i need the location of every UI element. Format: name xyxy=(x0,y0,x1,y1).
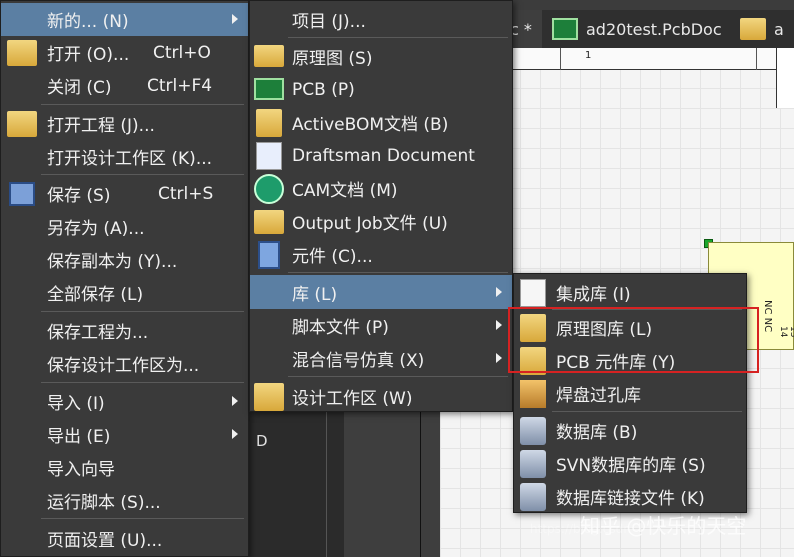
separator xyxy=(288,272,508,273)
separator xyxy=(41,382,244,383)
menu-item-db-link[interactable]: 数据库链接文件 (K) xyxy=(514,480,746,513)
pad-via-lib-icon xyxy=(520,380,546,408)
menu-item-draftsman[interactable]: Draftsman Document xyxy=(250,139,512,172)
menu-item-import[interactable]: 导入 (I) xyxy=(1,385,248,418)
tab-pcbdoc[interactable]: ad20test.PcbDoc xyxy=(548,10,734,48)
menu-item-save-workspace-as[interactable]: 保存设计工作区为... xyxy=(1,347,248,380)
submenu-arrow-icon xyxy=(232,396,238,406)
menu-item-project[interactable]: 项目 (J)... xyxy=(250,3,512,36)
tab-next[interactable]: a xyxy=(736,10,794,48)
menu-item-open[interactable]: 打开 (O)... Ctrl+O xyxy=(1,36,248,69)
menu-item-open-workspace[interactable]: 打开设计工作区 (K)... xyxy=(1,140,248,173)
database-icon xyxy=(520,417,546,445)
file-menu: 新的... (N) 打开 (O)... Ctrl+O 关闭 (C) Ctrl+F… xyxy=(0,0,249,557)
component-icon xyxy=(258,241,280,269)
cam-icon xyxy=(254,174,284,204)
ruler-number: 1 xyxy=(585,50,592,61)
pcb-icon xyxy=(552,18,578,40)
separator xyxy=(41,518,244,519)
menu-item-integrated-lib[interactable]: 集成库 (I) xyxy=(514,276,746,309)
divider xyxy=(326,410,327,557)
menu-item-library[interactable]: 库 (L) xyxy=(250,275,512,309)
output-job-icon xyxy=(254,210,284,234)
menu-item-pcb[interactable]: PCB (P) xyxy=(250,73,512,106)
menu-item-save-copy-as[interactable]: 保存副本为 (Y)... xyxy=(1,243,248,276)
menu-item-svn-db[interactable]: SVN数据库的库 (S) xyxy=(514,447,746,480)
submenu-arrow-icon xyxy=(232,429,238,439)
menu-item-component[interactable]: 元件 (C)... xyxy=(250,238,512,271)
open-folder-icon xyxy=(7,40,37,66)
pin-labels: NC NC 13 14 xyxy=(762,300,794,338)
panel-area-2 xyxy=(344,410,440,557)
menu-item-pad-via-lib[interactable]: 焊盘过孔库 xyxy=(514,377,746,410)
menu-item-database[interactable]: 数据库 (B) xyxy=(514,414,746,447)
separator xyxy=(288,37,508,38)
submenu-arrow-icon xyxy=(496,287,502,297)
submenu-arrow-icon xyxy=(232,14,238,24)
menu-item-import-wizard[interactable]: 导入向导 xyxy=(1,451,248,484)
schematic-icon xyxy=(254,45,284,67)
separator xyxy=(41,174,244,175)
submenu-arrow-icon xyxy=(496,353,502,363)
separator xyxy=(552,411,742,412)
submenu-arrow-icon xyxy=(496,320,502,330)
menu-item-script-file[interactable]: 脚本文件 (P) xyxy=(250,309,512,342)
menu-item-save-as[interactable]: 另存为 (A)... xyxy=(1,210,248,243)
menu-item-export[interactable]: 导出 (E) xyxy=(1,418,248,451)
menu-item-page-setup[interactable]: 页面设置 (U)... xyxy=(1,522,248,555)
db-link-icon xyxy=(520,483,546,511)
save-icon xyxy=(9,182,35,206)
menu-item-new[interactable]: 新的... (N) xyxy=(1,3,248,36)
separator xyxy=(41,104,244,105)
bom-icon xyxy=(256,109,282,137)
open-project-icon xyxy=(7,111,37,137)
menu-item-save[interactable]: 保存 (S) Ctrl+S xyxy=(1,177,248,210)
sheet-edge xyxy=(776,48,794,108)
draftsman-icon xyxy=(256,142,282,170)
workspace-icon xyxy=(254,383,284,411)
integrated-lib-icon xyxy=(520,279,546,307)
menu-item-close[interactable]: 关闭 (C) Ctrl+F4 xyxy=(1,69,248,102)
menu-item-run-script[interactable]: 运行脚本 (S)... xyxy=(1,484,248,517)
menu-item-open-project[interactable]: 打开工程 (J)... xyxy=(1,107,248,140)
document-tab-bar: c * ad20test.PcbDoc a xyxy=(500,10,794,48)
new-submenu: 项目 (J)... 原理图 (S) PCB (P) ActiveBOM文档 (B… xyxy=(249,0,513,412)
panel-letter: D xyxy=(256,432,268,450)
menu-item-save-all[interactable]: 全部保存 (L) xyxy=(1,276,248,309)
separator xyxy=(288,376,508,377)
menu-item-mixed-sim[interactable]: 混合信号仿真 (X) xyxy=(250,342,512,375)
menu-item-activebom[interactable]: ActiveBOM文档 (B) xyxy=(250,106,512,139)
menu-item-design-workspace[interactable]: 设计工作区 (W) xyxy=(250,380,512,413)
watermark: 知乎 @快乐的天空 xyxy=(580,514,747,538)
highlight-annotation-box xyxy=(508,307,759,373)
divider xyxy=(420,410,421,557)
pcb-icon xyxy=(254,78,284,100)
menu-item-output-job[interactable]: Output Job文件 (U) xyxy=(250,205,512,238)
menu-item-schematic[interactable]: 原理图 (S) xyxy=(250,40,512,73)
separator xyxy=(41,311,244,312)
menu-item-save-project-as[interactable]: 保存工程为... xyxy=(1,314,248,347)
svn-db-icon xyxy=(520,450,546,478)
library-icon xyxy=(740,18,766,40)
menu-item-cam[interactable]: CAM文档 (M) xyxy=(250,172,512,205)
